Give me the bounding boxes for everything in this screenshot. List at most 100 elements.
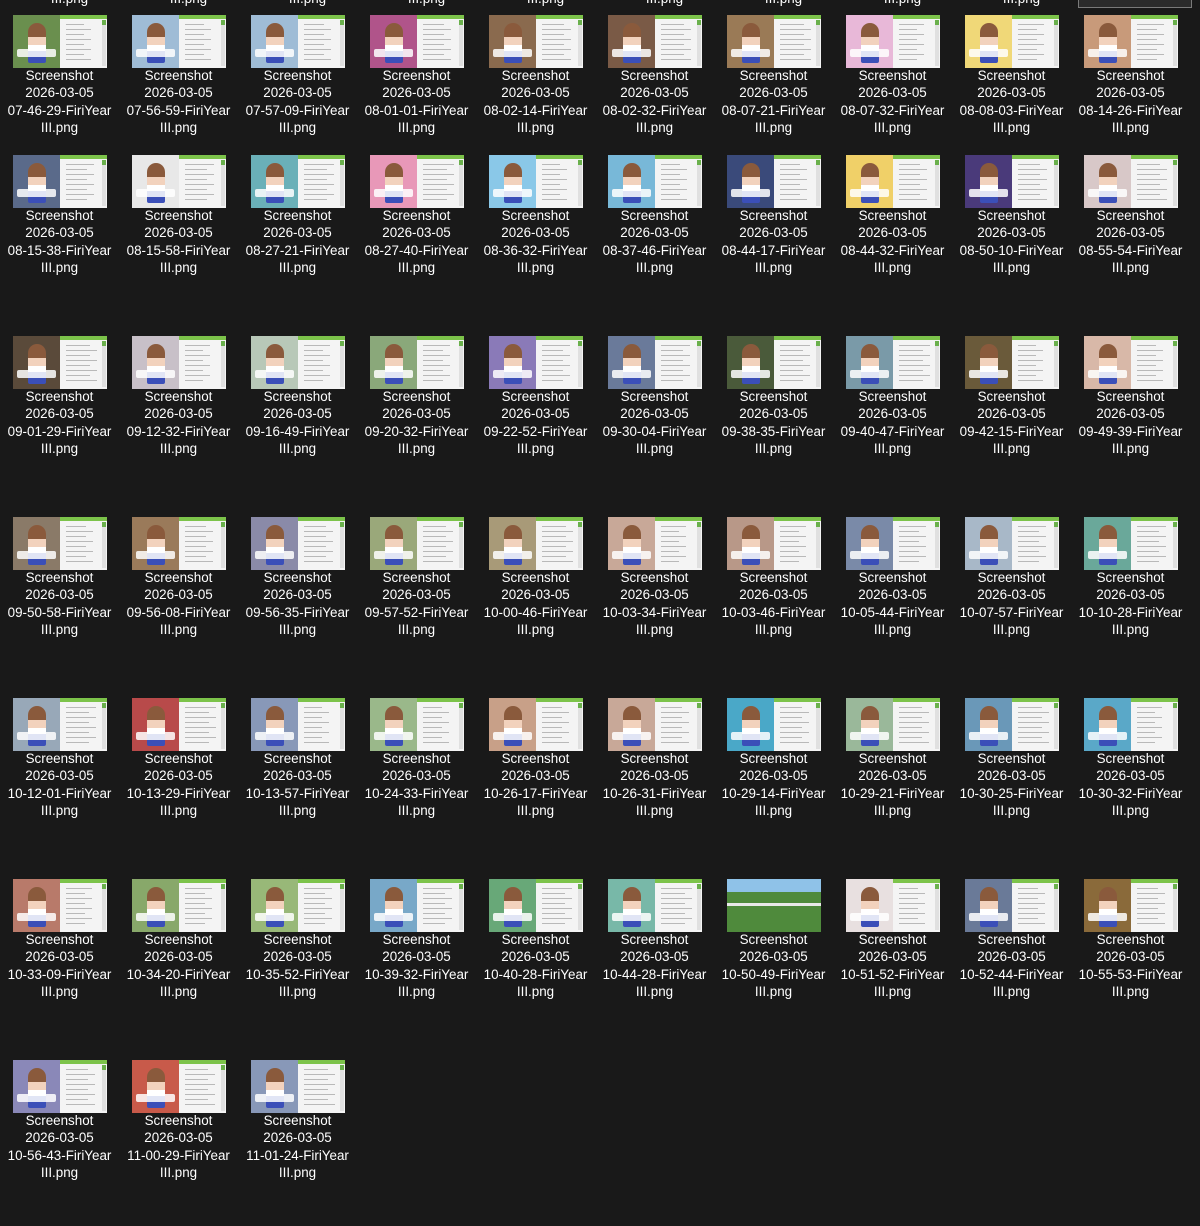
file-item[interactable]: Screenshot 2026-03-05 09-56-08-FiriYear III… [119, 502, 238, 683]
file-item[interactable]: Screenshot 2026-03-05 09-20-32-FiriYear III… [357, 321, 476, 502]
file-item[interactable]: Screenshot 2026-03-05 10-40-28-FiriYear III… [476, 864, 595, 1045]
file-item[interactable]: Screenshot 2026-03-05 10-39-32-FiriYear III… [357, 864, 476, 1045]
file-name-label: Screenshot 2026-03-05 08-08-03-FiriYear III… [952, 67, 1071, 137]
file-name-line: 2026-03-05 [144, 85, 213, 101]
file-name-line: Screenshot [858, 208, 927, 223]
file-name-line: 08-15-38-FiriYear [7, 242, 112, 258]
file-item[interactable]: Screenshot 2026-03-05 08-44-32-FiriYear III… [833, 140, 952, 321]
file-item[interactable]: Screenshot 2026-03-05 09-30-04-FiriYear III… [595, 321, 714, 502]
file-item[interactable]: Screenshot 2026-03-05 10-03-34-FiriYear III… [595, 502, 714, 683]
file-name-line: 10-13-29-FiriYear [126, 785, 231, 801]
file-name-line: 2026-03-05 [739, 406, 808, 422]
file-name-line: 08-15-58-FiriYear [126, 242, 231, 258]
file-name-label: Screenshot 2026-03-05 11-01-24-FiriYear III… [238, 1112, 357, 1182]
file-item[interactable]: Screenshot 2026-03-05 10-24-33-FiriYear III… [357, 683, 476, 864]
file-thumbnail [608, 336, 702, 389]
file-item[interactable]: Screenshot 2026-03-05 10-12-01-FiriYear III… [0, 683, 119, 864]
file-name-label: Screenshot 2026-03-05 10-24-33-FiriYear III… [357, 750, 476, 820]
file-item[interactable]: Screenshot 2026-03-05 09-42-15-FiriYear III… [952, 321, 1071, 502]
file-name-line: Screenshot [501, 389, 570, 404]
file-name-line: 09-38-35-FiriYear [721, 423, 826, 439]
file-item[interactable]: Screenshot 2026-03-05 08-27-21-FiriYear III… [238, 140, 357, 321]
file-name-line: Screenshot [739, 208, 808, 223]
file-item[interactable]: Screenshot 2026-03-05 10-29-21-FiriYear III… [833, 683, 952, 864]
file-item[interactable]: Screenshot 2026-03-05 11-01-24-FiriYear III… [238, 1045, 357, 1226]
file-name-line: 2026-03-05 [382, 85, 451, 101]
file-name-label: Screenshot 2026-03-05 09-20-32-FiriYear III… [357, 388, 476, 458]
file-item[interactable]: Screenshot 2026-03-05 10-26-17-FiriYear III… [476, 683, 595, 864]
file-name-line: III.png [873, 441, 912, 457]
file-name-line: 08-02-14-FiriYear [483, 102, 588, 118]
file-item[interactable]: Screenshot 2026-03-05 10-26-31-FiriYear III… [595, 683, 714, 864]
file-item[interactable]: Screenshot 2026-03-05 09-50-58-FiriYear III… [0, 502, 119, 683]
file-name-line: 2026-03-05 [1096, 85, 1165, 101]
file-name-line: Screenshot [1096, 751, 1165, 766]
file-thumbnail [251, 336, 345, 389]
file-item[interactable]: Screenshot 2026-03-05 10-50-49-FiriYear III… [714, 864, 833, 1045]
file-thumbnail [13, 879, 107, 932]
file-item[interactable]: Screenshot 2026-03-05 10-05-44-FiriYear III… [833, 502, 952, 683]
file-item[interactable]: Screenshot 2026-03-05 09-16-49-FiriYear III… [238, 321, 357, 502]
file-name-label: Screenshot 2026-03-05 09-22-52-FiriYear III… [476, 388, 595, 458]
file-item[interactable]: Screenshot 2026-03-05 10-56-43-FiriYear III… [0, 1045, 119, 1226]
file-item[interactable]: Screenshot 2026-03-05 08-15-58-FiriYear III… [119, 140, 238, 321]
file-name-line: 2026-03-05 [858, 406, 927, 422]
file-name-line: 2026-03-05 [620, 949, 689, 965]
file-item[interactable]: Screenshot 2026-03-05 09-49-39-FiriYear III… [1071, 321, 1190, 502]
file-name-label: Screenshot 2026-03-05 08-15-38-FiriYear III… [0, 207, 119, 277]
file-item[interactable]: Screenshot 2026-03-05 09-12-32-FiriYear III… [119, 321, 238, 502]
file-item[interactable]: Screenshot 2026-03-05 10-51-52-FiriYear III… [833, 864, 952, 1045]
file-item[interactable]: Screenshot 2026-03-05 10-55-53-FiriYear III… [1071, 864, 1190, 1045]
file-item[interactable]: Screenshot 2026-03-05 08-15-38-FiriYear III… [0, 140, 119, 321]
file-item[interactable]: Screenshot 2026-03-05 10-33-09-FiriYear III… [0, 864, 119, 1045]
file-name-line: 10-52-44-FiriYear [959, 966, 1064, 982]
file-item[interactable]: Screenshot 2026-03-05 10-03-46-FiriYear III… [714, 502, 833, 683]
file-name-line: Screenshot [977, 932, 1046, 947]
file-name-line: III.png [1111, 260, 1150, 276]
file-item[interactable]: Screenshot 2026-03-05 08-44-17-FiriYear III… [714, 140, 833, 321]
file-item[interactable]: Screenshot 2026-03-05 09-01-29-FiriYear III… [0, 321, 119, 502]
file-name-line: 2026-03-05 [263, 587, 332, 603]
file-item[interactable]: Screenshot 2026-03-05 10-44-28-FiriYear III… [595, 864, 714, 1045]
file-item[interactable]: Screenshot 2026-03-05 10-13-29-FiriYear III… [119, 683, 238, 864]
file-name-line: Screenshot [382, 932, 451, 947]
file-item[interactable]: Screenshot 2026-03-05 09-40-47-FiriYear III… [833, 321, 952, 502]
file-item[interactable]: Screenshot 2026-03-05 10-07-57-FiriYear III… [952, 502, 1071, 683]
file-item[interactable]: Screenshot 2026-03-05 10-30-25-FiriYear III… [952, 683, 1071, 864]
file-item[interactable]: Screenshot 2026-03-05 10-13-57-FiriYear III… [238, 683, 357, 864]
file-name-label: Screenshot 2026-03-05 10-56-43-FiriYear III… [0, 1112, 119, 1182]
file-thumbnail [727, 336, 821, 389]
file-item[interactable]: Screenshot 2026-03-05 10-30-32-FiriYear III… [1071, 683, 1190, 864]
file-name-line: III.png [992, 120, 1031, 136]
file-item[interactable]: Screenshot 2026-03-05 08-50-10-FiriYear III… [952, 140, 1071, 321]
file-name-line: Screenshot [263, 68, 332, 83]
file-item[interactable]: Screenshot 2026-03-05 09-22-52-FiriYear III… [476, 321, 595, 502]
file-name-label: Screenshot 2026-03-05 10-05-44-FiriYear III… [833, 569, 952, 639]
file-name-line: Screenshot [25, 570, 94, 585]
file-name-line: III.png [278, 260, 317, 276]
file-item[interactable]: Screenshot 2026-03-05 10-35-52-FiriYear III… [238, 864, 357, 1045]
file-item[interactable]: Screenshot 2026-03-05 08-36-32-FiriYear III… [476, 140, 595, 321]
file-item[interactable]: Screenshot 2026-03-05 09-56-35-FiriYear III… [238, 502, 357, 683]
file-item[interactable]: Screenshot 2026-03-05 10-34-20-FiriYear III… [119, 864, 238, 1045]
file-item[interactable]: Screenshot 2026-03-05 09-38-35-FiriYear III… [714, 321, 833, 502]
file-name-line: III.png [159, 622, 198, 638]
file-name-line: 11-01-24-FiriYear [246, 1147, 349, 1163]
file-name-line: 10-26-17-FiriYear [483, 785, 588, 801]
file-item[interactable]: Screenshot 2026-03-05 10-00-46-FiriYear III… [476, 502, 595, 683]
file-name-line: 10-00-46-FiriYear [483, 604, 588, 620]
file-item[interactable]: Screenshot 2026-03-05 08-37-46-FiriYear III… [595, 140, 714, 321]
file-item[interactable]: Screenshot 2026-03-05 09-57-52-FiriYear III… [357, 502, 476, 683]
file-item[interactable]: Screenshot 2026-03-05 08-27-40-FiriYear III… [357, 140, 476, 321]
file-thumbnail [846, 517, 940, 570]
file-item[interactable]: Screenshot 2026-03-05 10-10-28-FiriYear III… [1071, 502, 1190, 683]
file-item[interactable]: Screenshot 2026-03-05 08-55-54-FiriYear III… [1071, 140, 1190, 321]
file-name-label: Screenshot 2026-03-05 08-01-01-FiriYear III… [357, 67, 476, 137]
file-thumbnail [965, 155, 1059, 208]
file-name-line: 2026-03-05 [25, 949, 94, 965]
file-name-line: III.png [159, 260, 198, 276]
file-item[interactable]: Screenshot 2026-03-05 11-00-29-FiriYear III… [119, 1045, 238, 1226]
file-name-line: Screenshot [1096, 570, 1165, 585]
file-item[interactable]: Screenshot 2026-03-05 10-29-14-FiriYear III… [714, 683, 833, 864]
file-item[interactable]: Screenshot 2026-03-05 10-52-44-FiriYear III… [952, 864, 1071, 1045]
